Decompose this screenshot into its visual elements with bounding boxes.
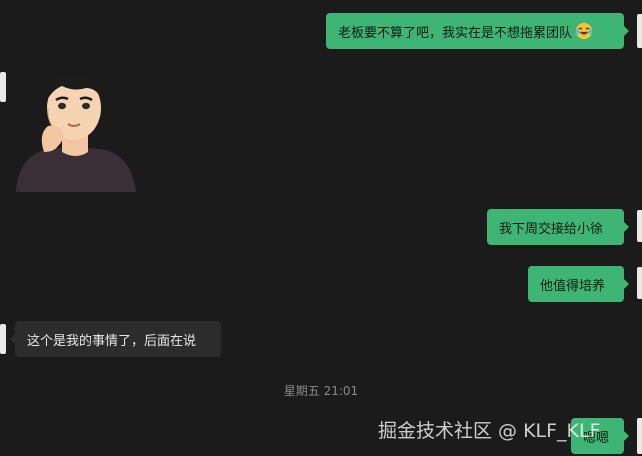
chat-window: 老板要不算了吧，我实在是不想拖累团队 我下周交接给小徐 他值得培养 这个是我的事…: [0, 0, 642, 456]
my-avatar[interactable]: [637, 267, 642, 299]
message-text: 我下周交接给小徐: [499, 221, 604, 237]
message-timestamp: 星期五 21:01: [283, 384, 359, 398]
message-bubble-in[interactable]: 这个是我的事情了，后面在说: [10, 321, 221, 357]
message-text: 老板要不算了吧，我实在是不想拖累团队: [338, 25, 573, 41]
laughing-crying-emoji-icon: [575, 22, 593, 40]
thinking-sticker[interactable]: [14, 68, 138, 192]
message-bubble-out[interactable]: 我下周交接给小徐: [487, 209, 629, 245]
message-text: 这个是我的事情了，后面在说: [27, 333, 197, 349]
my-avatar[interactable]: [637, 418, 642, 454]
message-bubble-out[interactable]: 他值得培养: [528, 266, 629, 302]
my-avatar[interactable]: [637, 14, 642, 48]
contact-avatar[interactable]: [0, 72, 6, 102]
my-avatar[interactable]: [637, 210, 642, 242]
watermark: 掘金技术社区 @ KLF_KLF: [378, 420, 601, 442]
message-bubble-out[interactable]: 老板要不算了吧，我实在是不想拖累团队: [326, 13, 629, 49]
contact-avatar[interactable]: [0, 324, 6, 354]
message-text: 他值得培养: [540, 278, 606, 294]
